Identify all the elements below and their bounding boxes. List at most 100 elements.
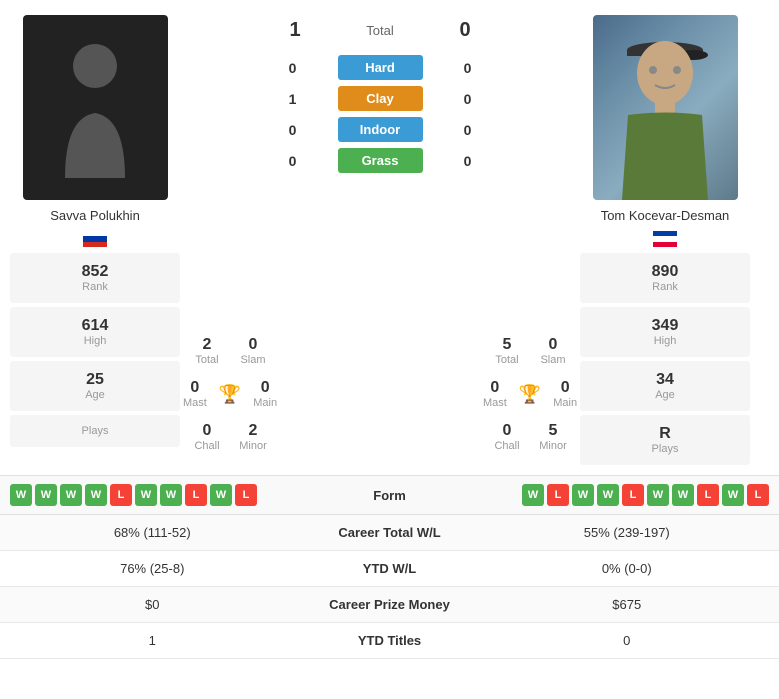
stats-left-2: $0 xyxy=(15,597,290,612)
left-mast-value: 0 xyxy=(183,379,207,397)
main-container: Savva Polukhin 852 Rank 614 High 25 Age xyxy=(0,0,779,659)
left-mast-label: Mast xyxy=(183,397,207,409)
right-high-box: 349 High xyxy=(580,307,750,357)
form-left-badge-1: W xyxy=(35,484,57,506)
player-right-name: Tom Kocevar-Desman xyxy=(601,208,730,223)
total-label: Total xyxy=(366,23,393,38)
form-right-badge-8: W xyxy=(722,484,744,506)
left-minor-value: 2 xyxy=(235,422,271,440)
left-rank-box: 852 Rank xyxy=(10,253,180,303)
right-bottom-stats: 0 Chall 5 Minor xyxy=(485,417,575,457)
stats-label-3: YTD Titles xyxy=(290,633,490,648)
player-left-flag xyxy=(83,231,107,247)
hard-right-score: 0 xyxy=(455,60,480,76)
stats-row-1: 76% (25-8) YTD W/L 0% (0-0) xyxy=(0,551,779,587)
left-total-label: Total xyxy=(189,354,225,366)
grass-button: Grass xyxy=(338,148,423,173)
total-row: 1 Total 0 xyxy=(280,15,480,52)
left-trophy-row: 0 Mast 🏆 0 Main xyxy=(185,373,275,415)
player-right-flag xyxy=(653,231,677,247)
grass-row: 0 Grass 0 xyxy=(280,148,480,173)
player-right-photo xyxy=(593,15,738,200)
right-rank-box: 890 Rank xyxy=(580,253,750,303)
left-age-box: 25 Age xyxy=(10,361,180,411)
left-bottom-stats: 0 Chall 2 Minor xyxy=(185,417,275,457)
form-left-badge-7: L xyxy=(185,484,207,506)
left-high-label: High xyxy=(20,335,170,347)
left-main-label: Main xyxy=(253,397,277,409)
form-section: WWWWLWWLWL Form WLWWLWWLWL xyxy=(0,475,779,515)
right-age-value: 34 xyxy=(590,371,740,389)
form-right-badge-3: W xyxy=(597,484,619,506)
right-minor-label: Minor xyxy=(535,440,571,452)
left-total-value: 2 xyxy=(189,336,225,354)
stats-right-2: $675 xyxy=(490,597,765,612)
form-label: Form xyxy=(330,488,450,503)
stats-right-0: 55% (239-197) xyxy=(490,525,765,540)
player-left-name: Savva Polukhin xyxy=(50,208,140,223)
left-chall-value: 0 xyxy=(189,422,225,440)
left-plays-label: Plays xyxy=(20,425,170,437)
stats-left-3: 1 xyxy=(15,633,290,648)
total-right-score: 0 xyxy=(450,19,480,42)
right-plays-label: Plays xyxy=(590,443,740,455)
indoor-left-score: 0 xyxy=(280,122,305,138)
stats-label-2: Career Prize Money xyxy=(290,597,490,612)
stats-row-0: 68% (111-52) Career Total W/L 55% (239-1… xyxy=(0,515,779,551)
form-left-badge-9: L xyxy=(235,484,257,506)
right-chall-label: Chall xyxy=(489,440,525,452)
form-right-badge-6: W xyxy=(672,484,694,506)
right-main-block: 0 Main xyxy=(553,379,577,409)
left-age-label: Age xyxy=(20,389,170,401)
player-left-photo xyxy=(23,15,168,200)
left-rank-label: Rank xyxy=(20,281,170,293)
clay-left-score: 1 xyxy=(280,91,305,107)
stats-row-3: 1 YTD Titles 0 xyxy=(0,623,779,659)
indoor-button: Indoor xyxy=(338,117,423,142)
left-high-value: 614 xyxy=(20,317,170,335)
left-slam-value: 0 xyxy=(235,336,271,354)
form-right-badge-0: W xyxy=(522,484,544,506)
left-minor-label: Minor xyxy=(235,440,271,452)
player-right-photo-inner xyxy=(593,15,738,200)
form-right-badge-7: L xyxy=(697,484,719,506)
indoor-row: 0 Indoor 0 xyxy=(280,117,480,142)
form-right-badge-4: L xyxy=(622,484,644,506)
right-rank-value: 890 xyxy=(590,263,740,281)
right-mast-block: 0 Mast xyxy=(483,379,507,409)
form-right-badge-9: L xyxy=(747,484,769,506)
right-main-value: 0 xyxy=(553,379,577,397)
left-rank-value: 852 xyxy=(20,263,170,281)
stats-row-2: $0 Career Prize Money $675 xyxy=(0,587,779,623)
form-right-badge-1: L xyxy=(547,484,569,506)
form-left-badge-2: W xyxy=(60,484,82,506)
form-left: WWWWLWWLWL xyxy=(10,484,330,506)
right-trophy-icon: 🏆 xyxy=(511,384,549,405)
form-left-badge-0: W xyxy=(10,484,32,506)
left-trophy-icon: 🏆 xyxy=(211,384,249,405)
right-minor-value: 5 xyxy=(535,422,571,440)
player-right: Tom Kocevar-Desman 890 Rank 349 High 34 … xyxy=(580,15,750,465)
right-age-box: 34 Age xyxy=(580,361,750,411)
player-left: Savva Polukhin 852 Rank 614 High 25 Age xyxy=(10,15,180,465)
stats-right-1: 0% (0-0) xyxy=(490,561,765,576)
left-main-block: 0 Main xyxy=(253,379,277,409)
left-mast-block: 0 Mast xyxy=(183,379,207,409)
left-plays-box: Plays xyxy=(10,415,180,447)
right-rank-label: Rank xyxy=(590,281,740,293)
right-plays-box: R Plays xyxy=(580,415,750,465)
right-chall-block: 0 Chall xyxy=(485,417,529,457)
right-total-block: 5 Total xyxy=(485,331,529,371)
hard-button: Hard xyxy=(338,55,423,80)
right-high-label: High xyxy=(590,335,740,347)
right-trophy-row: 0 Mast 🏆 0 Main xyxy=(485,373,575,415)
grass-left-score: 0 xyxy=(280,153,305,169)
indoor-right-score: 0 xyxy=(455,122,480,138)
stats-left-1: 76% (25-8) xyxy=(15,561,290,576)
grass-right-score: 0 xyxy=(455,153,480,169)
stats-label-1: YTD W/L xyxy=(290,561,490,576)
stats-right-3: 0 xyxy=(490,633,765,648)
hard-left-score: 0 xyxy=(280,60,305,76)
stats-left-0: 68% (111-52) xyxy=(15,525,290,540)
left-main-value: 0 xyxy=(253,379,277,397)
